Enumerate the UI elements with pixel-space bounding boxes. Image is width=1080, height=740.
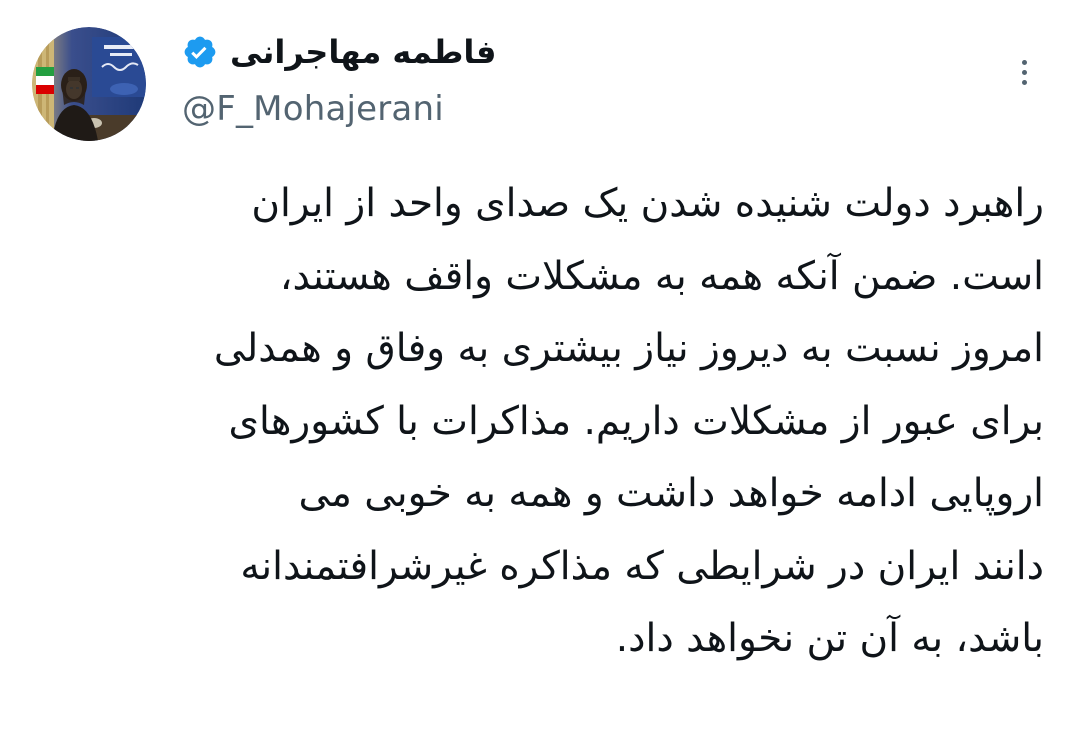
- author-display-name[interactable]: فاطمه مهاجرانی: [230, 30, 496, 74]
- more-options-icon: [1021, 59, 1027, 65]
- profile-photo: [32, 27, 146, 141]
- author-handle[interactable]: @F_Mohajerani: [182, 86, 444, 132]
- avatar[interactable]: [32, 27, 146, 141]
- tweet-text-line: باشد، به آن تن نخواهد داد.: [615, 616, 1044, 661]
- tweet-text-line: برای عبور از مشکلات داریم. مذاکرات با کش…: [228, 398, 1044, 444]
- more-options-button[interactable]: [1004, 52, 1044, 92]
- tweet-text-line: راهبرد دولت شنیده شدن یک صدای واحد از ای…: [251, 181, 1044, 226]
- tweet-text-line: اروپایی ادامه خواهد داشت و همه به خوبی م…: [298, 471, 1044, 516]
- tweet-text-line: امروز نسبت به دیروز نیاز بیشتری به وفاق …: [213, 326, 1044, 371]
- tweet-card: فاطمه مهاجرانی @F_Mohajerani راهبرد دولت…: [0, 0, 1080, 740]
- verified-badge-icon: [182, 34, 218, 70]
- tweet-text-line: است. ضمن آنکه همه به مشکلات واقف هستند،: [279, 253, 1044, 299]
- tweet-text-line: دانند ایران در شرایطی که مذاکره غیرشرافت…: [240, 543, 1044, 589]
- tweet-header: فاطمه مهاجرانی @F_Mohajerani: [0, 0, 1080, 150]
- author-name-row: فاطمه مهاجرانی: [182, 30, 496, 74]
- tweet-text: راهبرد دولت شنیده شدن یک صدای واحد از ای…: [36, 168, 1044, 676]
